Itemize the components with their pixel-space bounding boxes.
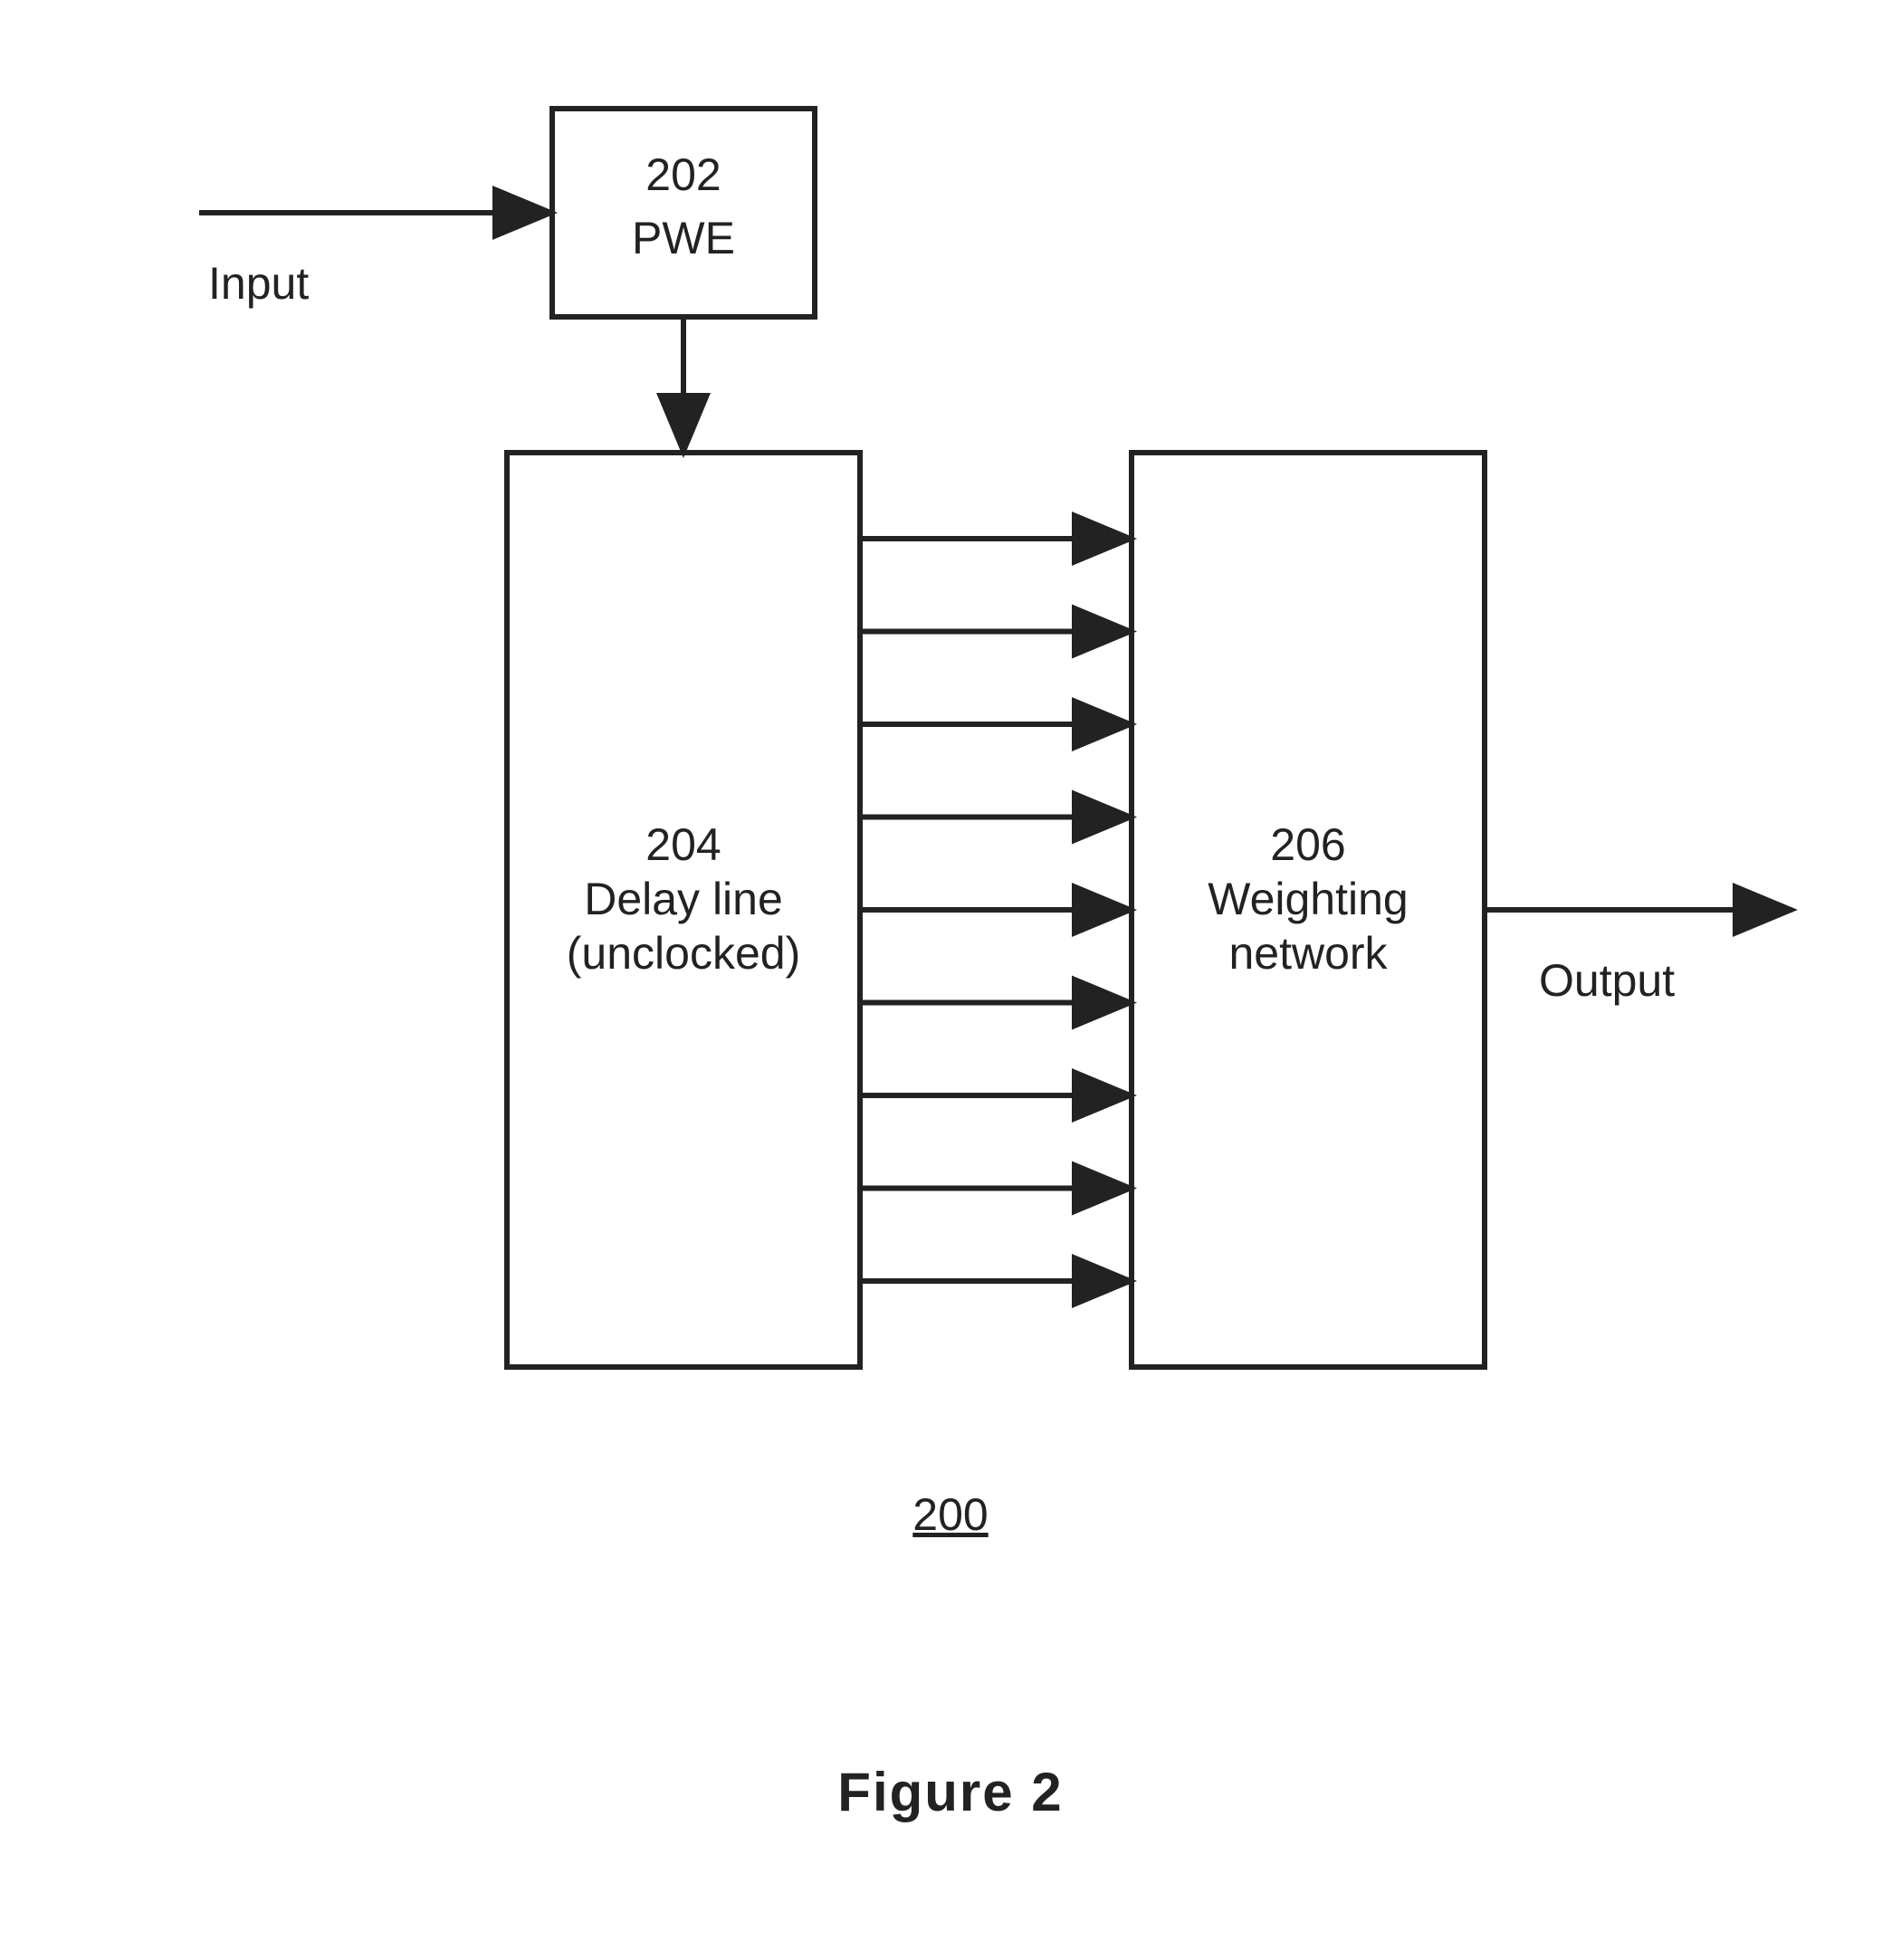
figure-caption: Figure 2 (837, 1762, 1063, 1822)
input-label: Input (208, 258, 309, 309)
weighting-text1: Weighting (1208, 874, 1408, 924)
delay-line-text2: (unclocked) (567, 928, 800, 979)
delay-number: 204 (645, 819, 721, 870)
pwe-number: 202 (645, 149, 721, 200)
delay-line-text1: Delay line (584, 874, 783, 924)
weighting-number: 206 (1270, 819, 1345, 870)
output-label: Output (1539, 955, 1675, 1006)
circuit-ref: 200 (912, 1489, 988, 1540)
weighting-text2: network (1228, 928, 1388, 979)
tap-arrows-group (860, 539, 1132, 1281)
pwe-name: PWE (632, 213, 735, 263)
